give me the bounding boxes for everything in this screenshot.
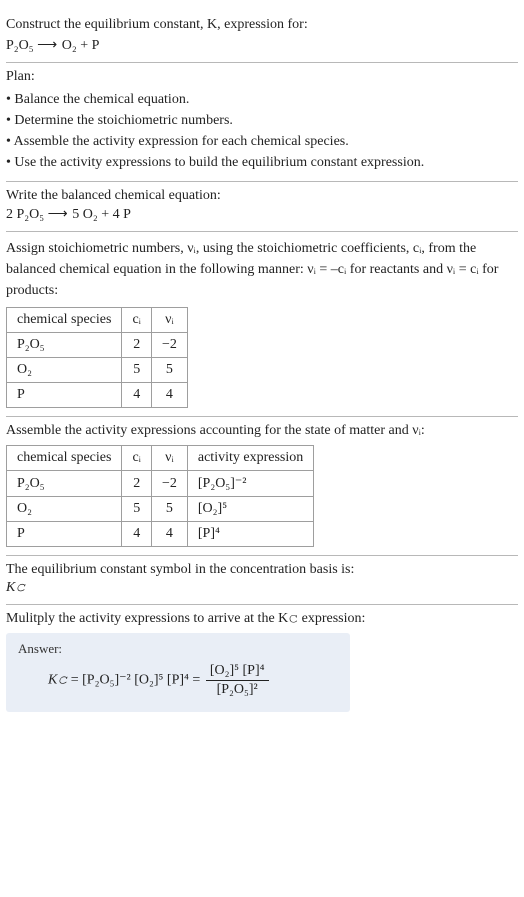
col-species: chemical species <box>7 446 122 471</box>
cell-vi: −2 <box>151 471 187 497</box>
table-row: chemical species cᵢ νᵢ activity expressi… <box>7 446 314 471</box>
basis-heading: The equilibrium constant symbol in the c… <box>6 562 518 578</box>
balanced-lhs: 2 P₂O₅ <box>6 207 44 222</box>
basis-section: The equilibrium constant symbol in the c… <box>6 556 518 605</box>
cell-activity: [P]⁴ <box>187 522 313 547</box>
answer-expression: K𝚌 = [P₂O₅]⁻² [O₂]⁵ [P]⁴ = [O₂]⁵ [P]⁴ [P… <box>18 663 338 698</box>
answer-kc: K𝚌 <box>48 673 67 688</box>
col-vi: νᵢ <box>151 308 187 333</box>
col-ci: cᵢ <box>122 446 152 471</box>
cell-ci: 4 <box>122 383 152 408</box>
cell-species: P₂O₅ <box>7 333 122 358</box>
stoich-section: Assign stoichiometric numbers, νᵢ, using… <box>6 232 518 417</box>
cell-activity: [P₂O₅]⁻² <box>187 471 313 497</box>
balanced-equation: 2 P₂O₅ ⟶ 5 O₂ + 4 P <box>6 206 518 223</box>
multiply-section: Mulitply the activity expressions to arr… <box>6 605 518 720</box>
cell-activity: [O₂]⁵ <box>187 497 313 522</box>
table-row: P 4 4 <box>7 383 188 408</box>
cell-vi: 4 <box>151 383 187 408</box>
cell-ci: 4 <box>122 522 152 547</box>
activity-table: chemical species cᵢ νᵢ activity expressi… <box>6 445 314 547</box>
answer-box: Answer: K𝚌 = [P₂O₅]⁻² [O₂]⁵ [P]⁴ = [O₂]⁵… <box>6 633 350 712</box>
answer-label: Answer: <box>18 641 338 657</box>
fraction-denominator: [P₂O₅]² <box>206 681 269 698</box>
intro-line1: Construct the equilibrium constant, K, e… <box>6 17 308 32</box>
basis-symbol: K𝚌 <box>6 580 518 596</box>
intro-section: Construct the equilibrium constant, K, e… <box>6 8 518 63</box>
equals-sign: = <box>192 673 200 688</box>
arrow-icon: ⟶ <box>37 38 58 53</box>
plan-item: • Assemble the activity expression for e… <box>6 131 518 152</box>
col-species: chemical species <box>7 308 122 333</box>
intro-equation: P₂O₅ ⟶ O₂ + P <box>6 37 518 54</box>
cell-species: O₂ <box>7 497 122 522</box>
equals-sign: = <box>71 673 79 688</box>
cell-species: P₂O₅ <box>7 471 122 497</box>
multiply-heading: Mulitply the activity expressions to arr… <box>6 611 518 627</box>
cell-species: P <box>7 522 122 547</box>
col-activity: activity expression <box>187 446 313 471</box>
table-row: O₂ 5 5 <box>7 358 188 383</box>
cell-ci: 2 <box>122 333 152 358</box>
cell-species: O₂ <box>7 358 122 383</box>
cell-ci: 5 <box>122 497 152 522</box>
balanced-rhs: 5 O₂ + 4 P <box>72 207 131 222</box>
plan-item: • Determine the stoichiometric numbers. <box>6 110 518 131</box>
intro-eq-rhs: O₂ + P <box>62 38 100 53</box>
answer-term3: [P]⁴ <box>167 673 189 688</box>
col-vi: νᵢ <box>151 446 187 471</box>
activity-heading: Assemble the activity expressions accoun… <box>6 423 518 439</box>
fraction-numerator: [O₂]⁵ [P]⁴ <box>206 663 269 681</box>
plan-item: • Use the activity expressions to build … <box>6 152 518 173</box>
stoich-text: Assign stoichiometric numbers, νᵢ, using… <box>6 238 518 301</box>
plan-heading: Plan: <box>6 69 518 85</box>
cell-vi: 5 <box>151 358 187 383</box>
answer-term2: [O₂]⁵ <box>134 673 163 688</box>
cell-vi: 4 <box>151 522 187 547</box>
col-ci: cᵢ <box>122 308 152 333</box>
table-row: P₂O₅ 2 −2 [P₂O₅]⁻² <box>7 471 314 497</box>
cell-ci: 5 <box>122 358 152 383</box>
activity-section: Assemble the activity expressions accoun… <box>6 417 518 556</box>
plan-item: • Balance the chemical equation. <box>6 89 518 110</box>
balanced-heading: Write the balanced chemical equation: <box>6 188 518 204</box>
table-row: P₂O₅ 2 −2 <box>7 333 188 358</box>
arrow-icon: ⟶ <box>48 207 69 222</box>
cell-ci: 2 <box>122 471 152 497</box>
balanced-section: Write the balanced chemical equation: 2 … <box>6 182 518 232</box>
intro-text: Construct the equilibrium constant, K, e… <box>6 14 518 35</box>
answer-term1: [P₂O₅]⁻² <box>82 673 131 688</box>
cell-vi: −2 <box>151 333 187 358</box>
cell-vi: 5 <box>151 497 187 522</box>
table-row: O₂ 5 5 [O₂]⁵ <box>7 497 314 522</box>
intro-eq-lhs: P₂O₅ <box>6 38 34 53</box>
plan-list: • Balance the chemical equation. • Deter… <box>6 89 518 173</box>
answer-fraction: [O₂]⁵ [P]⁴ [P₂O₅]² <box>206 663 269 698</box>
table-row: P 4 4 [P]⁴ <box>7 522 314 547</box>
plan-section: Plan: • Balance the chemical equation. •… <box>6 63 518 182</box>
stoich-table: chemical species cᵢ νᵢ P₂O₅ 2 −2 O₂ 5 5 … <box>6 307 188 408</box>
table-row: chemical species cᵢ νᵢ <box>7 308 188 333</box>
cell-species: P <box>7 383 122 408</box>
